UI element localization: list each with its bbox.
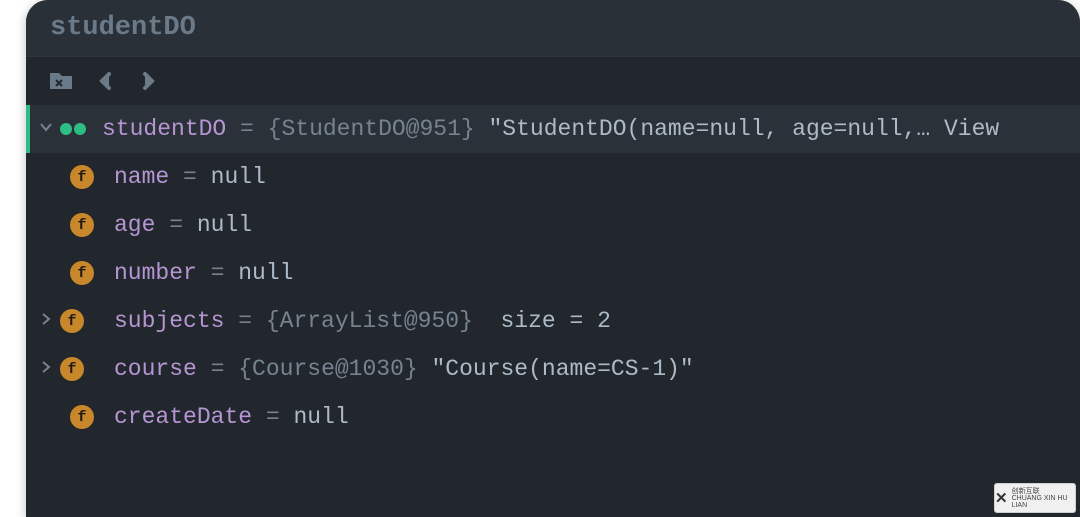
object-ref: {StudentDO@951} xyxy=(268,118,475,141)
variable-row-root[interactable]: studentDO = {StudentDO@951} "StudentDO(n… xyxy=(26,105,1080,153)
variable-name: studentDO xyxy=(102,118,226,141)
object-ref: {Course@1030} xyxy=(238,358,417,381)
back-arrow-icon[interactable] xyxy=(96,71,116,91)
field-name: age xyxy=(114,214,155,237)
variables-tree: studentDO = {StudentDO@951} "StudentDO(n… xyxy=(26,105,1080,441)
field-name: subjects xyxy=(114,310,224,333)
watermark-text-zh: 创新互联 xyxy=(1012,488,1075,495)
watermark-logo-icon: ✕ xyxy=(995,489,1008,507)
variable-row[interactable]: f createDate = null xyxy=(26,393,1080,441)
variable-row[interactable]: f number = null xyxy=(26,249,1080,297)
folder-x-icon[interactable] xyxy=(48,71,74,91)
variable-row[interactable]: f subjects = {ArrayList@950} size = 2 xyxy=(26,297,1080,345)
forward-arrow-icon[interactable] xyxy=(138,71,158,91)
field-value: null xyxy=(211,166,266,189)
field-value: "Course(name=CS-1)" xyxy=(418,358,694,381)
field-name: number xyxy=(114,262,197,285)
field-name: course xyxy=(114,358,197,381)
field-icon: f xyxy=(60,357,84,381)
chevron-right-icon[interactable] xyxy=(38,359,54,380)
field-value: null xyxy=(293,406,348,429)
field-icon: f xyxy=(70,261,94,285)
field-icon: f xyxy=(60,309,84,333)
field-icon: f xyxy=(70,405,94,429)
field-name: name xyxy=(114,166,169,189)
field-value: null xyxy=(238,262,293,285)
debugger-panel: studentDO studentDO = {StudentDO@951} "S… xyxy=(26,0,1080,517)
field-value: null xyxy=(197,214,252,237)
watch-icon xyxy=(60,123,86,135)
variable-row[interactable]: f course = {Course@1030} "Course(name=CS… xyxy=(26,345,1080,393)
chevron-down-icon[interactable] xyxy=(38,119,54,140)
field-name: createDate xyxy=(114,406,252,429)
panel-title: studentDO xyxy=(26,0,1080,57)
watermark: ✕ 创新互联 CHUANG XIN HU LIAN xyxy=(994,483,1076,513)
object-repr: "StudentDO(name=null, age=null,… View xyxy=(475,118,1000,141)
variable-row[interactable]: f name = null xyxy=(26,153,1080,201)
watermark-text-py: CHUANG XIN HU LIAN xyxy=(1012,495,1075,509)
field-value: size = 2 xyxy=(487,310,611,333)
toolbar xyxy=(26,57,1080,105)
field-icon: f xyxy=(70,213,94,237)
variable-row[interactable]: f age = null xyxy=(26,201,1080,249)
chevron-right-icon[interactable] xyxy=(38,311,54,332)
field-icon: f xyxy=(70,165,94,189)
object-ref: {ArrayList@950} xyxy=(266,310,487,333)
